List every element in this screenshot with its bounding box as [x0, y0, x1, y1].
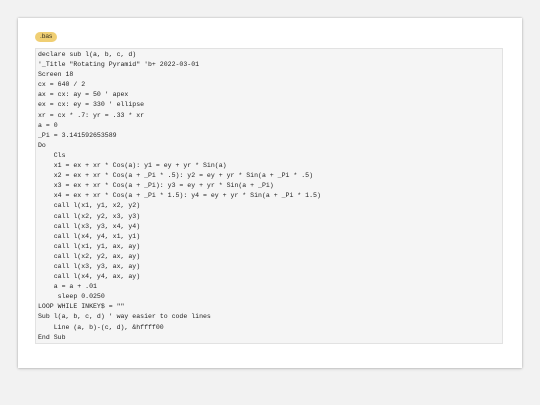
code-line: x1 = ex + xr * Cos(a): y1 = ey + yr * Si… — [38, 162, 227, 170]
file-type-badge: .bas — [35, 32, 58, 42]
code-line: x4 = ex + xr * Cos(a + _Pi * 1.5): y4 = … — [38, 192, 321, 200]
code-line: call l(x3, y3, ax, ay) — [38, 262, 141, 270]
code-line: call l(x2, y2, ax, ay) — [38, 252, 141, 260]
code-line: Screen 18 — [38, 71, 74, 79]
code-line: '_Title "Rotating Pyramid" 'b+ 2022-03-0… — [38, 61, 200, 69]
code-line: call l(x4, y4, x1, y1) — [38, 232, 141, 240]
code-line: call l(x2, y2, x3, y3) — [38, 212, 141, 220]
code-line: LOOP WHILE INKEY$ = "" — [38, 303, 125, 311]
code-line: declare sub l(a, b, c, d) — [38, 51, 137, 58]
code-line: End Sub — [38, 333, 66, 341]
code-line: call l(x1, y1, x2, y2) — [38, 202, 141, 210]
code-snippet-card: .bas declare sub l(a, b, c, d) '_Title "R… — [18, 18, 522, 368]
code-line: call l(x1, y1, ax, ay) — [38, 242, 141, 250]
code-line: _Pi = 3.141592653589 — [38, 131, 117, 139]
code-line: Do — [38, 141, 46, 149]
code-line: Sub l(a, b, c, d) ' way easier to code l… — [38, 313, 211, 321]
code-line: a = a + .01 — [38, 283, 97, 291]
code-line: a = 0 — [38, 121, 58, 129]
code-line: x2 = ex + xr * Cos(a + _Pi * .5): y2 = e… — [38, 172, 314, 180]
code-line: cx = 640 / 2 — [38, 81, 86, 89]
code-line: sleep 0.0250 — [38, 293, 105, 301]
code-block[interactable]: declare sub l(a, b, c, d) '_Title "Rotati… — [35, 48, 503, 344]
code-line: call l(x3, y3, x4, y4) — [38, 222, 141, 230]
code-line: x3 = ex + xr * Cos(a + _Pi): y3 = ey + y… — [38, 182, 274, 190]
code-line: Cls — [38, 151, 66, 159]
code-line: xr = cx * .7: yr = .33 * xr — [38, 111, 145, 119]
code-line: Line (a, b)-(c, d), &hffff00 — [38, 323, 164, 331]
code-line: ax = cx: ay = 50 ' apex — [38, 91, 129, 99]
code-line: ex = cx: ey = 330 ' ellipse — [38, 101, 145, 109]
code-line: call l(x4, y4, ax, ay) — [38, 273, 141, 281]
